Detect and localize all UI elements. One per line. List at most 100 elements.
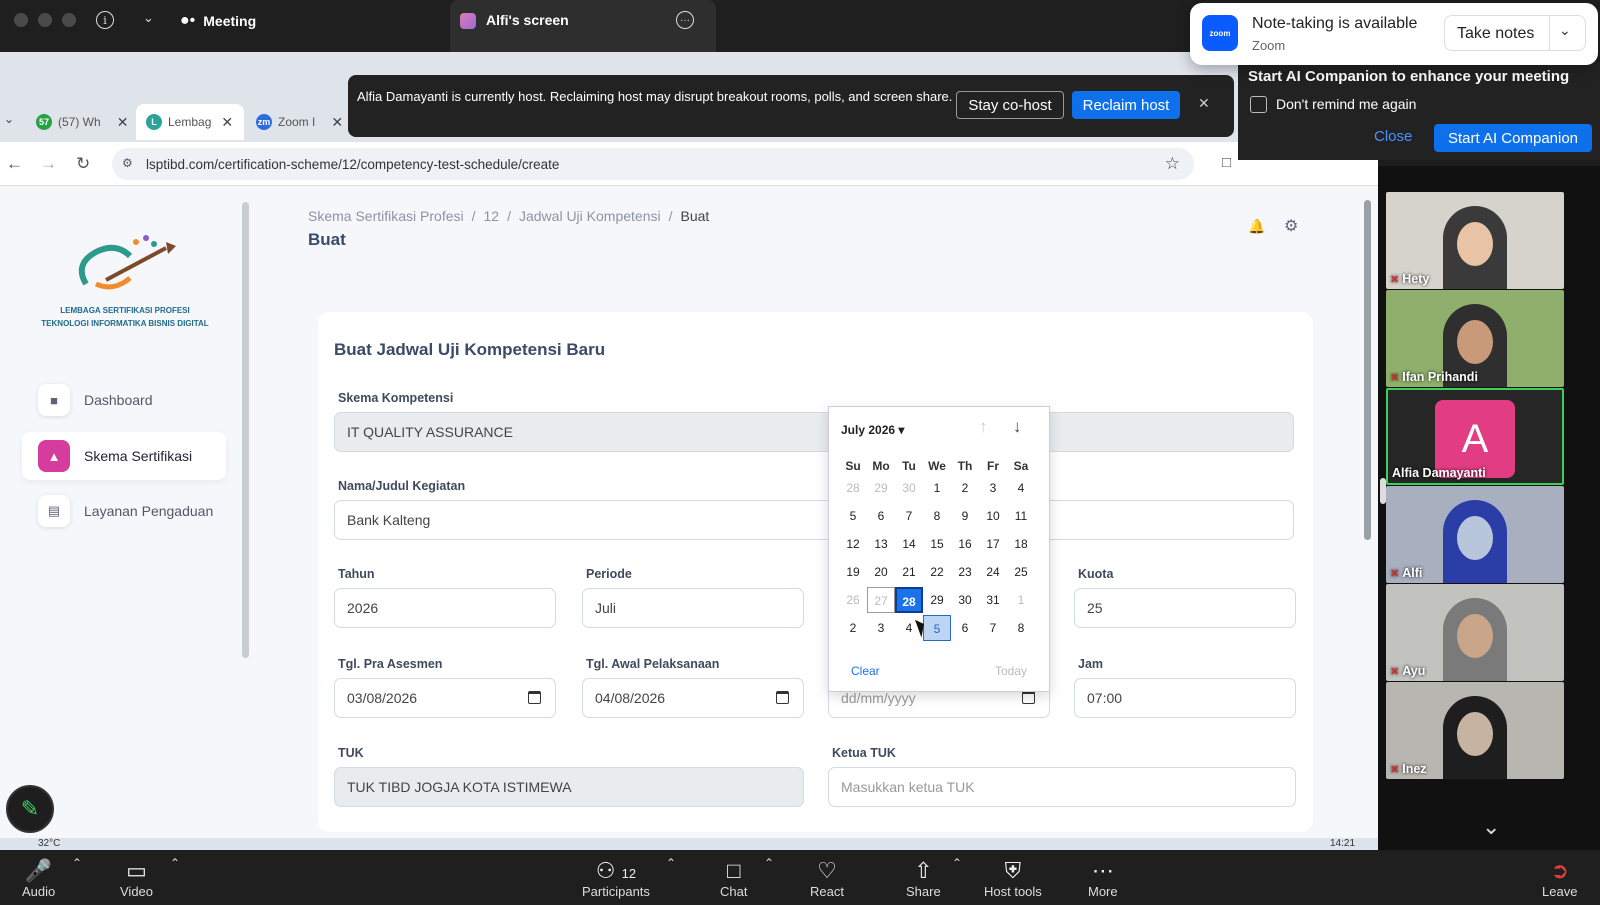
pencil-icon[interactable]: ✎ <box>6 785 54 833</box>
calendar-day[interactable]: 30 <box>895 475 923 501</box>
calendar-day[interactable]: 1 <box>923 475 951 501</box>
url-bar[interactable]: ⚙ lsptibd.com/certification-scheme/12/co… <box>112 148 1194 180</box>
calendar-day[interactable]: 29 <box>923 587 951 613</box>
calendar-day[interactable]: 30 <box>951 587 979 613</box>
calendar-day[interactable]: 28 <box>895 587 923 613</box>
close-button[interactable]: Close <box>1374 128 1412 145</box>
calendar-day[interactable]: 29 <box>867 475 895 501</box>
chevron-down-icon[interactable]: ⌄ <box>143 10 154 26</box>
caret-up-icon[interactable]: ⌃ <box>666 856 676 870</box>
calendar-day[interactable]: 13 <box>867 531 895 557</box>
close-icon[interactable]: ✕ <box>117 114 129 131</box>
calendar-icon[interactable] <box>528 691 541 704</box>
site-settings-icon[interactable]: ⚙ <box>122 156 133 170</box>
calendar-icon[interactable] <box>1022 691 1035 704</box>
calendar-day[interactable]: 15 <box>923 531 951 557</box>
calendar-day[interactable]: 24 <box>979 559 1007 585</box>
sidebar-item-dashboard[interactable]: ■ Dashboard <box>22 376 226 424</box>
calendar-icon[interactable] <box>776 691 789 704</box>
take-notes-button[interactable]: Take notes <box>1457 25 1534 43</box>
react-button[interactable]: ♡ React <box>810 858 844 899</box>
calendar-day[interactable]: 5 <box>923 615 951 641</box>
share-button[interactable]: ⇧ Share <box>906 858 941 899</box>
more-button[interactable]: ⋯ More <box>1088 858 1118 899</box>
close-icon[interactable]: ✕ <box>331 114 343 131</box>
stay-cohost-button[interactable]: Stay co-host <box>956 91 1064 119</box>
calendar-day[interactable]: 20 <box>867 559 895 585</box>
reload-icon[interactable]: ↻ <box>76 154 90 174</box>
close-icon[interactable]: ✕ <box>1198 95 1210 112</box>
calendar-day[interactable]: 25 <box>1007 559 1035 585</box>
breadcrumb-item[interactable]: 12 <box>484 208 500 224</box>
calendar-day[interactable]: 7 <box>979 615 1007 641</box>
calendar-day[interactable]: 6 <box>951 615 979 641</box>
sidebar-item-skema-sertifikasi[interactable]: ▲ Skema Sertifikasi <box>22 432 226 480</box>
breadcrumb-item[interactable]: Skema Sertifikasi Profesi <box>308 208 464 224</box>
star-icon[interactable]: ☆ <box>1165 154 1180 174</box>
arrow-down-icon[interactable]: ↓ <box>1013 417 1022 437</box>
caret-up-icon[interactable]: ⌃ <box>170 856 180 870</box>
clear-button[interactable]: Clear <box>851 664 880 678</box>
caret-up-icon[interactable]: ⌃ <box>952 856 962 870</box>
caret-up-icon[interactable]: ⌃ <box>72 856 82 870</box>
participant-tile[interactable]: ✕ Ayu <box>1386 584 1564 681</box>
participant-tile[interactable]: ✕ Inez <box>1386 682 1564 779</box>
chevron-down-icon[interactable]: ⌄ <box>1482 814 1500 840</box>
meeting-tab[interactable]: ●• Meeting <box>180 10 256 32</box>
sidebar-scrollbar[interactable] <box>242 202 249 658</box>
info-icon[interactable]: i <box>96 11 114 29</box>
calendar-day[interactable]: 7 <box>895 503 923 529</box>
caret-up-icon[interactable]: ⌃ <box>764 856 774 870</box>
browser-tab-whatsapp[interactable]: 57 (57) Wh ✕ <box>36 104 128 140</box>
calendar-day[interactable]: 18 <box>1007 531 1035 557</box>
participant-tile[interactable]: ✕ Alfi <box>1386 486 1564 583</box>
video-button[interactable]: ▭ Video <box>120 858 153 899</box>
audio-button[interactable]: 🎤 Audio <box>22 858 55 899</box>
tahun-field[interactable]: 2026 <box>334 588 556 628</box>
breadcrumb-item[interactable]: Jadwal Uji Kompetensi <box>519 208 661 224</box>
calendar-day[interactable]: 9 <box>951 503 979 529</box>
calendar-day[interactable]: 12 <box>839 531 867 557</box>
calendar-day[interactable]: 10 <box>979 503 1007 529</box>
calendar-day[interactable]: 1 <box>1007 587 1035 613</box>
more-options-icon[interactable]: ··· <box>676 11 694 29</box>
browser-tab-lembaga[interactable]: L Lembag ✕ <box>136 104 244 140</box>
awal-pelaksanaan-date-field[interactable]: 04/08/2026 <box>582 678 804 718</box>
periode-field[interactable]: Juli <box>582 588 804 628</box>
calendar-day[interactable]: 19 <box>839 559 867 585</box>
kuota-field[interactable]: 25 <box>1074 588 1296 628</box>
calendar-day[interactable]: 16 <box>951 531 979 557</box>
month-selector[interactable]: July 2026 ▾ <box>841 423 904 437</box>
gear-icon[interactable]: ⚙ <box>1284 216 1298 236</box>
calendar-day[interactable]: 5 <box>839 503 867 529</box>
calendar-day[interactable]: 3 <box>867 615 895 641</box>
calendar-day[interactable]: 26 <box>839 587 867 613</box>
today-button[interactable]: Today <box>995 664 1027 678</box>
participants-button[interactable]: ⚇ 12 Participants <box>582 858 650 899</box>
calendar-day[interactable]: 6 <box>867 503 895 529</box>
calendar-day[interactable]: 8 <box>1007 615 1035 641</box>
participant-tile[interactable]: ✕ Hety <box>1386 192 1564 289</box>
sidebar-item-layanan-pengaduan[interactable]: ▤ Layanan Pengaduan <box>22 487 226 535</box>
arrow-up-icon[interactable]: ↑ <box>979 417 988 437</box>
start-ai-companion-button[interactable]: Start AI Companion <box>1434 124 1592 152</box>
calendar-day[interactable]: 2 <box>951 475 979 501</box>
host-tools-button[interactable]: ⛨ Host tools <box>984 858 1042 899</box>
calendar-day[interactable]: 2 <box>839 615 867 641</box>
participant-tile[interactable]: A Alfia Damayanti <box>1386 388 1564 485</box>
tab-list-chevron-icon[interactable]: ⌄ <box>4 112 14 126</box>
calendar-day[interactable]: 21 <box>895 559 923 585</box>
calendar-day[interactable]: 22 <box>923 559 951 585</box>
calendar-day[interactable]: 17 <box>979 531 1007 557</box>
calendar-day[interactable]: 4 <box>1007 475 1035 501</box>
jam-field[interactable]: 07:00 <box>1074 678 1296 718</box>
nama-field[interactable]: Bank Kalteng <box>334 500 1294 540</box>
shared-screen-tab[interactable]: Alfi's screen ··· <box>450 0 716 52</box>
participant-tile[interactable]: ✕ Ifan Prihandi <box>1386 290 1564 387</box>
calendar-day[interactable]: 11 <box>1007 503 1035 529</box>
window-minimize-dot[interactable] <box>38 13 52 27</box>
browser-tab-zoom[interactable]: zm Zoom I ✕ <box>256 104 343 140</box>
bell-icon[interactable]: 🔔 <box>1248 218 1265 235</box>
ketua-tuk-field[interactable]: Masukkan ketua TUK <box>828 767 1296 807</box>
leave-button[interactable]: ➲ Leave <box>1542 858 1577 899</box>
